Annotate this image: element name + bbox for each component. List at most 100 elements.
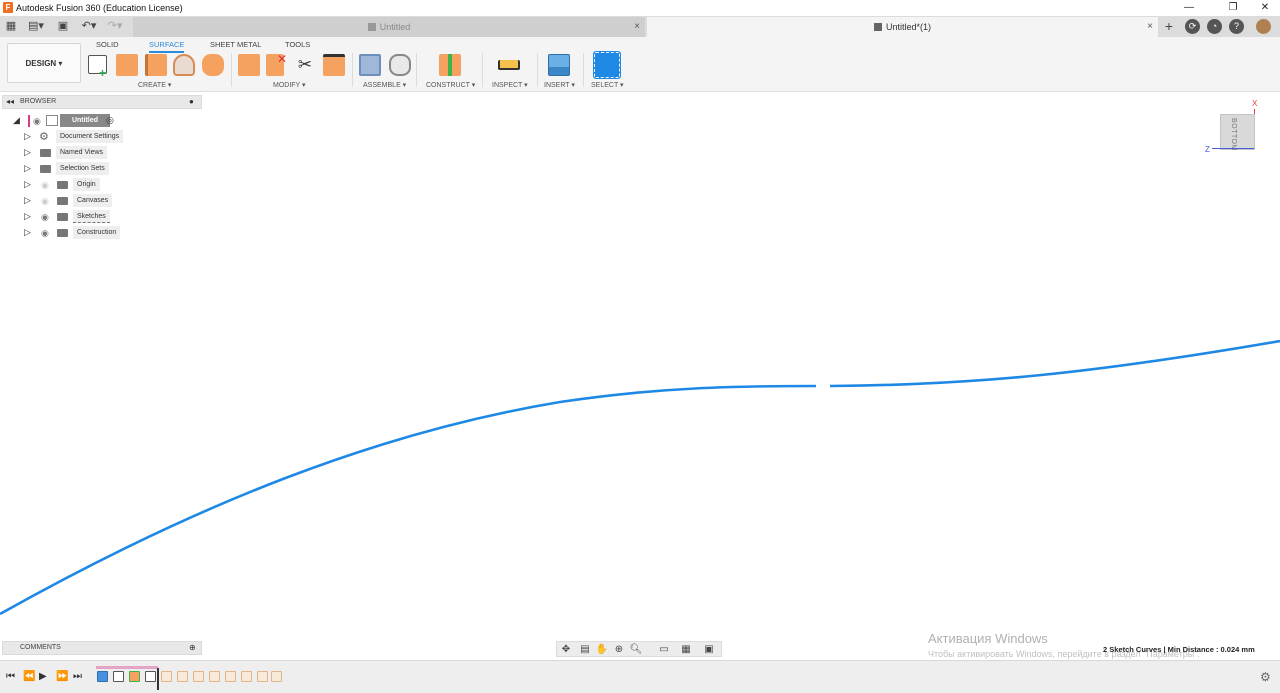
expand-triangle-icon[interactable]: ▷ bbox=[24, 194, 31, 206]
workspace-switcher-button[interactable]: DESIGN ▾ bbox=[7, 43, 81, 83]
comments-header[interactable]: COMMENTS ⊕ bbox=[2, 641, 202, 655]
close-window-button[interactable]: ✕ bbox=[1250, 1, 1280, 15]
extrude-surface-icon[interactable] bbox=[116, 54, 138, 76]
timeline-feature-suppressed[interactable] bbox=[209, 671, 220, 682]
inspect-group-label[interactable]: INSPECT ▾ bbox=[492, 81, 528, 89]
tree-node-selection-sets[interactable]: ▷ Selection Sets bbox=[24, 162, 134, 176]
expand-triangle-icon[interactable]: ▷ bbox=[24, 226, 31, 238]
save-icon[interactable]: ▣ bbox=[56, 19, 70, 34]
tree-node-root[interactable]: ◢ ◉ Untitled ◎ bbox=[12, 114, 132, 128]
step-forward-icon[interactable]: ⏩ bbox=[56, 671, 68, 682]
viewcube[interactable]: BOTTOM bbox=[1220, 114, 1255, 151]
tab-solid[interactable]: SOLID bbox=[96, 40, 119, 49]
visibility-eye-icon[interactable]: ◉ bbox=[41, 212, 51, 222]
undo-icon[interactable]: ↶▾ bbox=[78, 19, 100, 34]
timeline-feature-suppressed[interactable] bbox=[257, 671, 268, 682]
timeline-feature-suppressed[interactable] bbox=[193, 671, 204, 682]
split-scissors-icon[interactable]: ✂ bbox=[294, 54, 316, 76]
activate-radio-icon[interactable]: ◎ bbox=[106, 115, 114, 126]
expand-triangle-icon[interactable]: ▷ bbox=[24, 130, 31, 142]
construct-group-label[interactable]: CONSTRUCT ▾ bbox=[426, 81, 475, 89]
pin-icon[interactable]: ● bbox=[189, 97, 194, 106]
new-component-icon[interactable] bbox=[359, 54, 381, 76]
tree-node-canvases[interactable]: ▷ ◉ Canvases bbox=[24, 194, 134, 208]
timeline-feature-sketch[interactable] bbox=[113, 671, 124, 682]
loft-icon[interactable] bbox=[202, 54, 224, 76]
measure-icon[interactable] bbox=[498, 60, 520, 70]
data-panel-grid-icon[interactable]: ▦ bbox=[4, 19, 18, 34]
grid-settings-icon[interactable]: ▦ bbox=[679, 643, 693, 656]
tab-surface[interactable]: SURFACE bbox=[149, 40, 185, 53]
user-avatar[interactable] bbox=[1256, 19, 1271, 34]
tab-close-icon[interactable]: × bbox=[1147, 17, 1153, 37]
add-comment-icon[interactable]: ⊕ bbox=[189, 643, 196, 652]
sweep-icon[interactable] bbox=[173, 54, 195, 76]
redo-icon[interactable]: ↷▾ bbox=[104, 19, 126, 34]
select-group-label[interactable]: SELECT ▾ bbox=[591, 81, 624, 89]
timeline-feature-plane[interactable] bbox=[129, 671, 140, 682]
go-to-start-icon[interactable]: ⏮ bbox=[6, 671, 15, 682]
offset-face-icon[interactable] bbox=[323, 54, 345, 76]
offset-plane-icon[interactable] bbox=[439, 54, 461, 76]
timeline-feature-suppressed[interactable] bbox=[225, 671, 236, 682]
tree-node-construction[interactable]: ▷ ◉ Construction bbox=[24, 226, 134, 240]
select-icon[interactable] bbox=[593, 51, 621, 79]
tree-node-origin[interactable]: ▷ ◉ Origin bbox=[24, 178, 134, 192]
create-group-label[interactable]: CREATE ▾ bbox=[138, 81, 171, 89]
tree-node-named-views[interactable]: ▷ Named Views bbox=[24, 146, 134, 160]
play-icon[interactable]: ▶ bbox=[39, 671, 47, 682]
modify-group-label[interactable]: MODIFY ▾ bbox=[273, 81, 306, 89]
timeline-feature-suppressed[interactable] bbox=[271, 671, 282, 682]
expand-triangle-icon[interactable]: ▷ bbox=[24, 178, 31, 190]
sketch-curve-2[interactable] bbox=[829, 339, 1280, 388]
tab-sheet-metal[interactable]: SHEET METAL bbox=[210, 40, 261, 49]
sketch-curve-1[interactable] bbox=[0, 384, 817, 616]
fit-zoom-icon[interactable]: 🔍︎ bbox=[629, 643, 643, 656]
root-label[interactable]: Untitled bbox=[60, 114, 110, 127]
timeline-feature-suppressed[interactable] bbox=[177, 671, 188, 682]
tab-untitled[interactable]: Untitled × bbox=[133, 17, 645, 37]
revolve-icon[interactable] bbox=[145, 54, 167, 76]
insert-group-label[interactable]: INSERT ▾ bbox=[544, 81, 575, 89]
press-pull-icon[interactable] bbox=[238, 54, 260, 76]
timeline-feature-suppressed[interactable] bbox=[161, 671, 172, 682]
collapse-panel-icon[interactable]: ◂◂ bbox=[6, 97, 14, 106]
restore-button[interactable]: ❐ bbox=[1218, 1, 1248, 15]
step-back-icon[interactable]: ⏪ bbox=[23, 671, 35, 682]
timeline-feature-canvas[interactable] bbox=[97, 671, 108, 682]
timeline-feature-suppressed[interactable] bbox=[241, 671, 252, 682]
timeline-feature-sketch[interactable] bbox=[145, 671, 156, 682]
visibility-eye-icon[interactable]: ◉ bbox=[33, 116, 43, 126]
zoom-icon[interactable]: ⊕ bbox=[612, 643, 626, 656]
viewports-icon[interactable]: ▣ bbox=[702, 643, 716, 656]
expand-triangle-icon[interactable]: ▷ bbox=[24, 162, 31, 174]
file-menu-icon[interactable]: ▤▾ bbox=[27, 19, 45, 34]
orbit-move-icon[interactable]: ✥ bbox=[559, 643, 573, 656]
expand-triangle-icon[interactable]: ▷ bbox=[24, 146, 31, 158]
expand-triangle-icon[interactable]: ▷ bbox=[24, 210, 31, 222]
tab-close-icon[interactable]: × bbox=[634, 17, 640, 37]
new-tab-button[interactable]: + bbox=[1161, 19, 1177, 34]
timeline-settings-gear-icon[interactable]: ⚙ bbox=[1260, 670, 1271, 684]
visibility-eye-icon[interactable]: ◉ bbox=[41, 228, 51, 238]
visibility-eye-icon[interactable]: ◉ bbox=[41, 196, 51, 206]
expand-triangle-icon[interactable]: ◢ bbox=[13, 114, 20, 126]
job-status-icon[interactable]: ⟳ bbox=[1185, 19, 1200, 34]
assemble-group-label[interactable]: ASSEMBLE ▾ bbox=[363, 81, 406, 89]
joint-icon[interactable] bbox=[389, 54, 411, 76]
tab-tools[interactable]: TOOLS bbox=[285, 40, 310, 49]
tab-untitled-1[interactable]: Untitled*(1) × bbox=[647, 17, 1158, 37]
pan-hand-icon[interactable]: ✋ bbox=[595, 643, 609, 656]
display-settings-icon[interactable]: ▭ bbox=[657, 643, 671, 656]
minimize-button[interactable]: — bbox=[1174, 1, 1204, 15]
timeline-marker[interactable] bbox=[157, 668, 159, 690]
look-at-icon[interactable]: ▤ bbox=[578, 643, 592, 656]
insert-image-icon[interactable] bbox=[548, 54, 570, 76]
visibility-eye-icon[interactable]: ◉ bbox=[41, 180, 51, 190]
design-canvas[interactable] bbox=[0, 92, 1280, 658]
help-icon[interactable]: ? bbox=[1229, 19, 1244, 34]
tree-node-document-settings[interactable]: ▷ ⚙ Document Settings bbox=[24, 130, 134, 144]
go-to-end-icon[interactable]: ⏭ bbox=[73, 671, 82, 682]
notifications-icon[interactable]: ◔ bbox=[1207, 19, 1222, 34]
browser-header[interactable]: ◂◂ BROWSER ● bbox=[2, 95, 202, 109]
